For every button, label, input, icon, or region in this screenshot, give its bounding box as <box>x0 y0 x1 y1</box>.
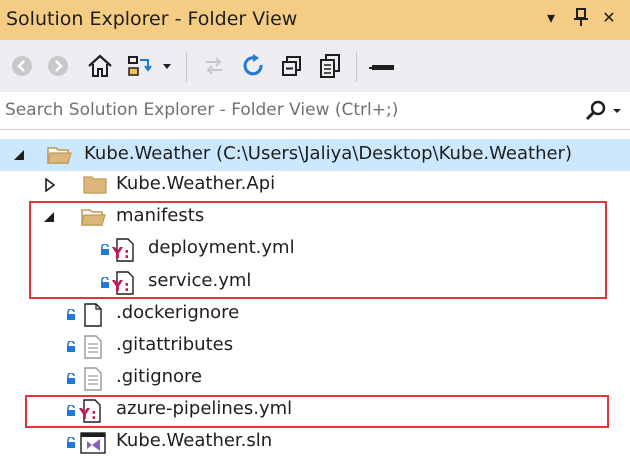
lock-icon <box>67 373 75 384</box>
collapse-all-icon <box>282 56 301 76</box>
tree-row-file[interactable]: .gitignore <box>0 362 630 394</box>
title-bar: Solution Explorer - Folder View ▾ ✕ <box>0 0 630 40</box>
lock-icon <box>67 309 75 320</box>
back-icon <box>12 56 32 76</box>
highlight-box <box>25 395 609 428</box>
back-button[interactable] <box>8 52 36 80</box>
dropdown-icon <box>163 64 171 69</box>
search-box <box>0 92 630 130</box>
forward-button[interactable] <box>44 52 72 80</box>
folder-icon <box>83 176 107 194</box>
solution-file-icon <box>80 432 106 454</box>
window-menu-dropdown-button[interactable]: ▾ <box>540 8 562 27</box>
forward-icon <box>48 56 68 76</box>
search-button[interactable] <box>583 99 623 127</box>
lock-icon <box>67 437 75 448</box>
search-icon <box>585 100 621 121</box>
tree-row-folder[interactable]: Kube.Weather.Api <box>0 169 630 201</box>
search-input[interactable] <box>0 93 565 127</box>
switch-views-button[interactable] <box>126 52 154 80</box>
properties-icon <box>369 65 394 70</box>
solution-tree: Kube.Weather (C:\Users\Jaliya\Desktop\Ku… <box>0 129 630 472</box>
close-button[interactable]: ✕ <box>598 8 620 27</box>
collapse-all-button[interactable] <box>278 52 306 80</box>
tree-item-label: Kube.Weather.Api <box>116 173 276 194</box>
collapsed-arrow-icon[interactable] <box>44 178 56 192</box>
toolbar-separator <box>356 52 357 82</box>
tree-item-label: Kube.Weather.sln <box>116 430 273 451</box>
text-file-icon <box>84 335 102 359</box>
window-title: Solution Explorer - Folder View <box>6 8 298 30</box>
refresh-button[interactable] <box>240 52 268 80</box>
pending-changes-icon <box>206 57 222 75</box>
tree-row-file[interactable]: .dockerignore <box>0 298 630 330</box>
tree-item-label: .gitattributes <box>116 334 234 355</box>
home-icon <box>88 54 112 77</box>
properties-button[interactable] <box>368 52 396 80</box>
text-file-icon <box>84 367 102 391</box>
show-all-files-icon <box>320 54 340 78</box>
tree-item-label: .dockerignore <box>116 302 240 323</box>
tree-row-file[interactable]: .gitattributes <box>0 330 630 362</box>
tree-item-label: .gitignore <box>116 366 203 387</box>
tree-row-root[interactable]: Kube.Weather (C:\Users\Jaliya\Desktop\Ku… <box>0 139 630 171</box>
pin-button[interactable] <box>570 8 592 30</box>
refresh-icon <box>243 54 263 76</box>
switch-views-icon <box>128 56 152 76</box>
expanded-arrow-icon[interactable] <box>12 148 26 162</box>
highlight-box <box>29 201 607 299</box>
switch-views-dropdown[interactable] <box>160 52 174 80</box>
toolbar-separator <box>186 52 187 82</box>
tree-row-file[interactable]: Kube.Weather.sln <box>0 426 630 458</box>
open-folder-icon <box>47 147 72 164</box>
pending-changes-button[interactable] <box>200 52 228 80</box>
toolbar <box>0 40 630 92</box>
show-all-files-button[interactable] <box>316 52 344 80</box>
home-button[interactable] <box>86 52 114 80</box>
tree-item-label: Kube.Weather (C:\Users\Jaliya\Desktop\Ku… <box>84 143 572 164</box>
pin-icon <box>574 8 588 26</box>
file-icon <box>84 303 102 327</box>
lock-icon <box>67 341 75 352</box>
